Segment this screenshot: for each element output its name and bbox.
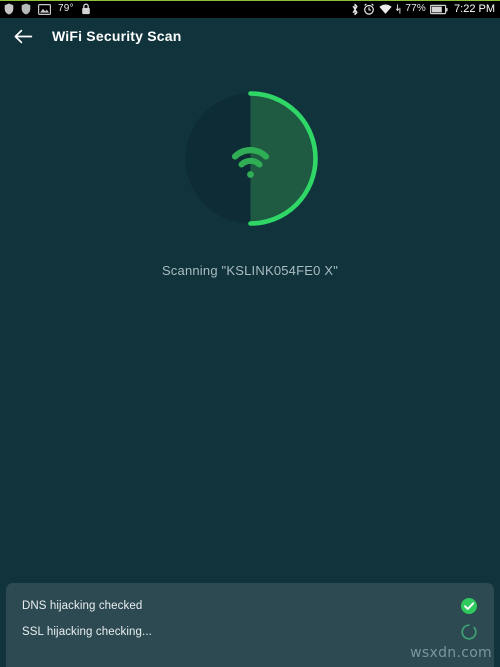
scan-progress-ring (185, 91, 318, 226)
result-label: DNS hijacking checked (22, 600, 143, 612)
alarm-icon (364, 3, 375, 15)
clock-label: 7:22 PM (454, 2, 495, 15)
result-label: SSL hijacking checking... (22, 626, 152, 638)
lock-icon (81, 3, 90, 15)
bluetooth-icon (352, 3, 359, 15)
arrow-left-icon (14, 29, 32, 43)
back-button[interactable] (6, 19, 40, 53)
status-bar-left-group: 79° (4, 3, 91, 15)
spinner-icon (461, 624, 477, 640)
sync-arrows-icon (396, 4, 401, 14)
watermark-label: wsxdn.com (410, 645, 492, 661)
scan-status-text: Scanning "KSLINK054FE0 X" (161, 263, 339, 278)
status-bar-top-rule (0, 0, 500, 1)
shield-icon (21, 3, 31, 15)
list-item: DNS hijacking checked (22, 593, 478, 619)
page-title: WiFi Security Scan (52, 28, 182, 44)
app-screen: 79° 77% 7:22 PM WiFi Security Scan Scann… (0, 0, 500, 667)
list-item: SSL hijacking checking... (22, 619, 478, 645)
app-bar: WiFi Security Scan (0, 18, 500, 54)
wifi-icon (379, 4, 393, 14)
shield-icon (4, 3, 14, 15)
battery-icon (430, 4, 448, 14)
temperature-label: 79° (58, 3, 74, 14)
status-bar: 79° 77% 7:22 PM (0, 0, 500, 18)
screenshot-icon (38, 3, 51, 15)
scan-ring-fill (250, 93, 316, 224)
battery-percent-label: 77% (405, 3, 427, 14)
scan-graphic-area: Scanning "KSLINK054FE0 X" (0, 78, 500, 298)
status-bar-right-group: 77% 7:22 PM (351, 3, 495, 16)
check-circle-icon (461, 598, 477, 614)
